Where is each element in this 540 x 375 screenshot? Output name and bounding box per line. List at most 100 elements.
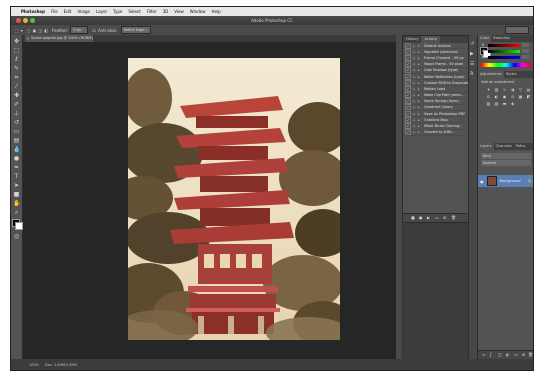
menu-photoshop[interactable]: Photoshop (21, 7, 45, 16)
blend-mode-select[interactable]: Normal (481, 160, 531, 166)
eraser-tool-icon[interactable]: ▭ (13, 128, 20, 135)
chevron-down-icon[interactable]: ▾ (418, 44, 422, 48)
minimize-window-button[interactable] (23, 18, 28, 23)
gradient-tool-icon[interactable]: ▤ (13, 137, 20, 144)
dialog-toggle-icon[interactable]: ▫ (413, 87, 417, 91)
toggle-checkbox[interactable]: ✓ (405, 110, 411, 117)
color-lookup-icon[interactable]: ▦ (518, 94, 523, 99)
menu-view[interactable]: View (174, 7, 184, 16)
mask-icon[interactable]: ◫ (498, 352, 503, 357)
feather-input[interactable]: 0 px (70, 26, 89, 34)
toggle-checkbox[interactable]: ✓ (405, 73, 411, 80)
chevron-right-icon[interactable]: ▸ (418, 93, 422, 97)
link-icon[interactable]: ∞ (482, 352, 487, 357)
pagoda-photo[interactable] (128, 58, 340, 340)
chevron-right-icon[interactable]: ▸ (418, 81, 422, 85)
blur-tool-icon[interactable]: 💧 (13, 146, 20, 153)
zoom-tool-icon[interactable]: ⌕ (13, 209, 20, 216)
invert-icon[interactable]: ◩ (526, 94, 531, 99)
lasso-tool-icon[interactable]: ℓ (13, 56, 20, 63)
posterize-icon[interactable]: ▨ (486, 101, 491, 106)
marquee-tool-icon[interactable]: ⬚ (13, 47, 20, 54)
trash-icon[interactable]: 🗑 (528, 352, 533, 357)
dialog-toggle-icon[interactable]: ▫ (413, 62, 417, 66)
quick-selection-tool-icon[interactable]: ✎ (13, 65, 20, 72)
chevron-right-icon[interactable]: ▸ (418, 62, 422, 66)
gradient-map-icon[interactable]: ▬ (502, 101, 507, 106)
dialog-toggle-icon[interactable]: ▫ (413, 93, 417, 97)
exposure-icon[interactable]: ◑ (510, 87, 515, 92)
move-tool-icon[interactable]: ✥ (13, 38, 20, 45)
tab-adjustments[interactable]: Adjustments (478, 71, 504, 78)
menu-3d[interactable]: 3D (163, 7, 169, 16)
dialog-toggle-icon[interactable]: ▫ (413, 105, 417, 109)
hand-tool-icon[interactable]: ✋ (13, 200, 20, 207)
layer-name[interactable]: Background (500, 179, 521, 183)
toggle-checkbox[interactable]: ✓ (405, 61, 411, 68)
pen-tool-icon[interactable]: ✒ (13, 164, 20, 171)
red-value-field[interactable] (522, 43, 529, 47)
dialog-toggle-icon[interactable]: ▫ (413, 44, 417, 48)
anti-alias-control[interactable]: ☑ Anti-alias (92, 28, 116, 33)
chevron-right-icon[interactable]: ▸ (418, 105, 422, 109)
menu-edit[interactable]: Edit (64, 7, 72, 16)
red-slider[interactable]: R (482, 43, 531, 48)
dialog-toggle-icon[interactable]: ▫ (413, 75, 417, 79)
menu-layer[interactable]: Layer (96, 7, 107, 16)
dialog-toggle-icon[interactable]: ▫ (413, 118, 417, 122)
chevron-right-icon[interactable]: ▸ (418, 99, 422, 103)
menu-select[interactable]: Select (128, 7, 140, 16)
color-balance-icon[interactable]: ⚖ (486, 94, 491, 99)
blue-slider[interactable]: B (482, 55, 531, 60)
dialog-toggle-icon[interactable]: ▫ (413, 50, 417, 54)
chevron-right-icon[interactable]: ▸ (418, 56, 422, 60)
fx-icon[interactable]: ƒ (490, 352, 495, 357)
toggle-checkbox[interactable]: ✓ (405, 48, 411, 55)
subtract-selection-icon[interactable]: ◫ (38, 28, 42, 33)
new-selection-icon[interactable]: ▢ (27, 28, 31, 33)
refine-edge-button[interactable]: Refine Edge... (120, 26, 151, 34)
history-panel-icon[interactable]: ↺ (470, 41, 476, 47)
tab-paths[interactable]: Paths (514, 143, 528, 150)
threshold-icon[interactable]: ▧ (494, 101, 499, 106)
path-selection-tool-icon[interactable]: ➤ (13, 182, 20, 189)
type-tool-icon[interactable]: T (13, 173, 20, 180)
chevron-right-icon[interactable]: ▸ (418, 75, 422, 79)
doc-info[interactable]: Doc: 1.89M/1.89M (45, 363, 77, 367)
chevron-right-icon[interactable]: ▸ (418, 112, 422, 116)
green-value-field[interactable] (522, 49, 529, 53)
chevron-right-icon[interactable]: ▸ (418, 124, 422, 128)
tool-preset-picker[interactable]: ⬚ ▾ (15, 28, 23, 33)
background-color-swatch[interactable] (15, 222, 23, 230)
new-layer-icon[interactable]: ⊞ (522, 352, 527, 357)
toggle-checkbox[interactable]: ✓ (405, 54, 411, 61)
close-icon[interactable]: × (26, 35, 29, 42)
levels-icon[interactable]: ▥ (494, 87, 499, 92)
record-icon[interactable]: ● (419, 215, 424, 220)
trash-icon[interactable]: 🗑 (451, 215, 456, 220)
new-set-icon[interactable]: ▭ (435, 215, 440, 220)
curves-icon[interactable]: ∿ (502, 87, 507, 92)
stop-icon[interactable]: ■ (411, 215, 416, 220)
photo-filter-icon[interactable]: ◉ (502, 94, 507, 99)
eye-icon[interactable]: ◉ (480, 179, 484, 184)
dialog-toggle-icon[interactable]: ▫ (413, 68, 417, 72)
menu-window[interactable]: Window (190, 7, 206, 16)
actions-panel-icon[interactable]: ▶ (470, 51, 476, 57)
intersect-selection-icon[interactable]: ◧ (44, 28, 48, 33)
dialog-toggle-icon[interactable]: ▫ (413, 130, 417, 134)
toggle-checkbox[interactable]: ✓ (405, 98, 411, 105)
action-row[interactable]: ✓ ▫ ▸ Convert to 8-Bit... (403, 129, 469, 136)
crop-tool-icon[interactable]: ⌗ (13, 74, 20, 81)
dialog-toggle-icon[interactable]: ▫ (413, 112, 417, 116)
new-action-icon[interactable]: ⊞ (443, 215, 448, 220)
menu-file[interactable]: File (51, 7, 58, 16)
dialog-toggle-icon[interactable]: ▫ (413, 56, 417, 60)
dialog-toggle-icon[interactable]: ▫ (413, 81, 417, 85)
tab-color[interactable]: Color (478, 35, 492, 42)
tab-swatches[interactable]: Swatches (491, 35, 512, 42)
chevron-right-icon[interactable]: ▸ (418, 68, 422, 72)
layer-kind-filter[interactable]: Kind (481, 153, 531, 159)
workspace-select[interactable] (505, 26, 529, 34)
chevron-right-icon[interactable]: ▸ (418, 50, 422, 54)
